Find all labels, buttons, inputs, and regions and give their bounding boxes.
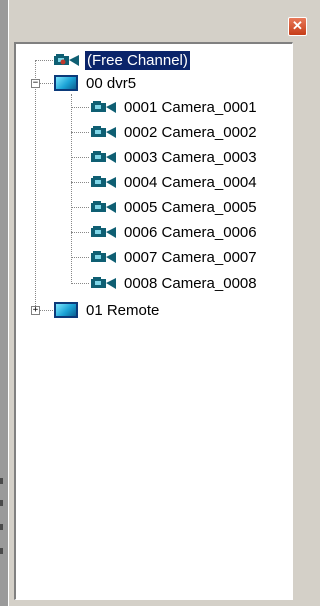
- close-icon: ✕: [292, 18, 303, 33]
- left-edge-strip: [0, 0, 8, 606]
- strip-mark: [0, 548, 3, 554]
- tree-node-dvr5[interactable]: 00 dvr5: [54, 72, 138, 94]
- tree-node-label: 01 Remote: [86, 301, 160, 319]
- tree-connector: [71, 132, 89, 133]
- tree-node-label: 0007 Camera_0007: [124, 248, 257, 266]
- tree-connector: [71, 207, 89, 208]
- camera-icon: [91, 251, 116, 263]
- tree-node-label: 0003 Camera_0003: [124, 148, 257, 166]
- tree-node-camera[interactable]: 0001 Camera_0001: [90, 96, 259, 118]
- dvr-icon: [54, 75, 78, 91]
- tree-node-label: 00 dvr5: [86, 74, 137, 92]
- tree-connector: [40, 310, 53, 311]
- tree-connector: [71, 182, 89, 183]
- camera-icon: [91, 226, 116, 238]
- tree-node-free-channel[interactable]: (Free Channel): [53, 49, 191, 71]
- camera-icon: [91, 101, 116, 113]
- tree-connector: [71, 283, 89, 284]
- tree-node-camera[interactable]: 0002 Camera_0002: [90, 121, 259, 143]
- camera-icon: [91, 151, 116, 163]
- strip-mark: [0, 524, 3, 530]
- strip-mark: [0, 500, 3, 506]
- tree-node-label: 0008 Camera_0008: [124, 274, 257, 292]
- camera-icon: [91, 201, 116, 213]
- tree-node-camera[interactable]: 0006 Camera_0006: [90, 221, 259, 243]
- strip-mark: [0, 478, 3, 484]
- close-button[interactable]: ✕: [288, 17, 307, 36]
- tree-node-camera[interactable]: 0005 Camera_0005: [90, 196, 259, 218]
- tree-node-label: 0004 Camera_0004: [124, 173, 257, 191]
- camera-icon: [91, 126, 116, 138]
- tree-connector: [35, 60, 53, 61]
- tree-node-label: 0006 Camera_0006: [124, 223, 257, 241]
- camera-icon: [91, 277, 116, 289]
- tree-node-remote[interactable]: 01 Remote: [54, 299, 161, 321]
- tree-node-camera[interactable]: 0007 Camera_0007: [90, 246, 259, 268]
- camera-icon: [91, 176, 116, 188]
- tree-node-label: 0001 Camera_0001: [124, 98, 257, 116]
- tree-connector: [71, 257, 89, 258]
- tree-node-label: 0005 Camera_0005: [124, 198, 257, 216]
- tree-connector: [71, 157, 89, 158]
- tree-node-camera[interactable]: 0004 Camera_0004: [90, 171, 259, 193]
- tree-connector: [35, 60, 36, 310]
- device-tree[interactable]: (Free Channel) − 00 dvr5 0001 Camera_000…: [14, 42, 293, 600]
- tree-node-camera[interactable]: 0008 Camera_0008: [90, 272, 259, 294]
- tree-node-camera[interactable]: 0003 Camera_0003: [90, 146, 259, 168]
- tree-connector: [71, 107, 89, 108]
- tree-connector: [71, 232, 89, 233]
- expand-toggle[interactable]: +: [31, 306, 40, 315]
- tree-node-label: 0002 Camera_0002: [124, 123, 257, 141]
- tree-node-label: (Free Channel): [84, 49, 191, 71]
- dvr-icon: [54, 302, 78, 318]
- tree-connector: [71, 94, 72, 284]
- camera-icon: [54, 54, 79, 66]
- collapse-toggle[interactable]: −: [31, 79, 40, 88]
- tree-connector: [40, 83, 53, 84]
